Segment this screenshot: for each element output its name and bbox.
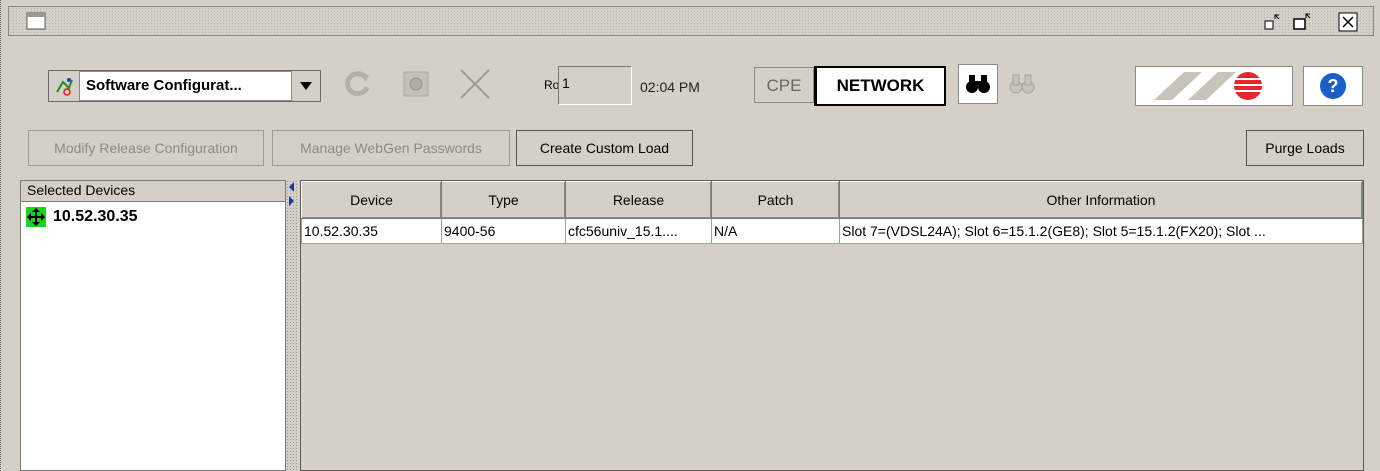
tab-cpe[interactable]: CPE — [754, 67, 814, 103]
devices-table: Device Type Release Patch Other Informat… — [301, 181, 1363, 244]
company-logo — [1135, 66, 1293, 106]
device-node-icon — [26, 207, 46, 227]
find-button[interactable] — [958, 64, 998, 104]
help-icon: ? — [1320, 73, 1346, 99]
svg-text:?: ? — [1328, 76, 1339, 96]
column-header-patch[interactable]: Patch — [711, 181, 840, 219]
binoculars-disabled-icon — [1009, 74, 1035, 94]
device-label: 10.52.30.35 — [53, 208, 138, 225]
camera-icon — [403, 71, 429, 97]
refresh-icon — [345, 71, 370, 97]
camera-button[interactable] — [396, 64, 436, 104]
cancel-button[interactable] — [455, 64, 495, 104]
binoculars-icon — [966, 75, 990, 93]
window-icon — [24, 10, 48, 32]
rows-input[interactable]: 1 — [558, 66, 632, 105]
table-row[interactable]: 10.52.30.35 9400-56 cfc56univ_15.1.... N… — [301, 218, 1363, 244]
cell-type: 9400-56 — [441, 218, 566, 244]
column-header-other-information[interactable]: Other Information — [839, 181, 1363, 219]
column-header-device[interactable]: Device — [301, 181, 442, 219]
x-icon — [460, 69, 490, 99]
title-bar — [8, 6, 1374, 36]
cell-other-information: Slot 7=(VDSL24A); Slot 6=15.1.2(GE8); Sl… — [839, 218, 1363, 244]
splitter-handle[interactable] — [286, 180, 298, 471]
selected-devices-header: Selected Devices — [21, 181, 285, 202]
cell-device: 10.52.30.35 — [301, 218, 442, 244]
clock-time: 02:04 PM — [640, 79, 700, 95]
module-select[interactable]: Software Configurat... — [48, 70, 321, 102]
software-config-icon — [49, 71, 79, 101]
purge-loads-button[interactable]: Purge Loads — [1246, 130, 1364, 166]
chevron-down-icon[interactable] — [292, 72, 320, 100]
cell-patch: N/A — [711, 218, 840, 244]
column-header-release[interactable]: Release — [565, 181, 712, 219]
tab-network[interactable]: NETWORK — [814, 66, 946, 106]
table-header-row: Device Type Release Patch Other Informat… — [301, 181, 1363, 219]
allied-telesyn-logo-icon — [1154, 72, 1264, 100]
device-list-item[interactable]: 10.52.30.35 — [21, 202, 285, 228]
help-button[interactable]: ? — [1303, 66, 1363, 106]
manage-webgen-button[interactable]: Manage WebGen Passwords — [272, 130, 510, 166]
module-select-value: Software Configurat... — [79, 71, 292, 101]
selected-devices-panel: Selected Devices 10.52.30.35 — [20, 180, 286, 471]
refresh-button[interactable] — [338, 64, 378, 104]
minimize-icon[interactable] — [1260, 12, 1284, 32]
cell-release: cfc56univ_15.1.... — [565, 218, 712, 244]
restore-icon[interactable] — [1290, 12, 1314, 32]
find-next-button[interactable] — [1002, 64, 1042, 104]
collapse-arrows-icon — [289, 182, 294, 206]
create-custom-load-button[interactable]: Create Custom Load — [516, 130, 693, 166]
close-icon[interactable] — [1336, 10, 1360, 34]
devices-table-panel: Device Type Release Patch Other Informat… — [300, 180, 1364, 471]
modify-release-button[interactable]: Modify Release Configuration — [28, 130, 264, 166]
column-header-type[interactable]: Type — [441, 181, 566, 219]
